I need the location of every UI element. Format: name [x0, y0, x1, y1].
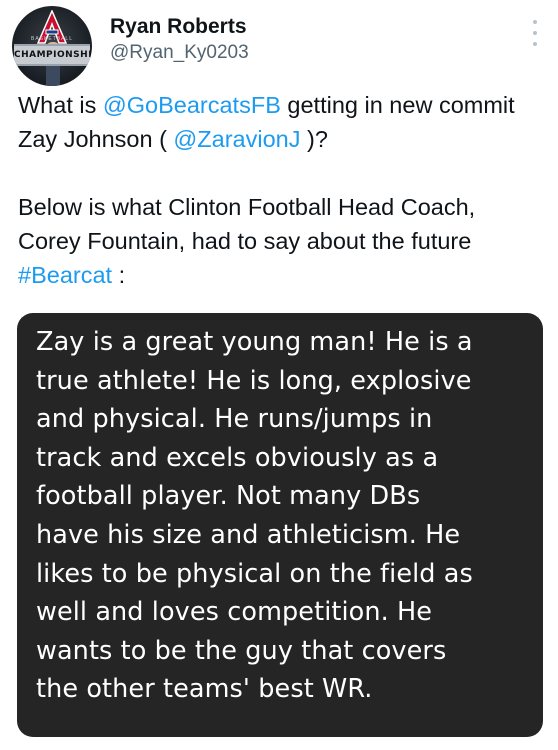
tweet-text: What is @GoBearcatsFB getting in new com…	[18, 88, 543, 292]
quote-line: likes to be physical on the field as	[36, 558, 473, 589]
user-handle[interactable]: @Ryan_Ky0203	[110, 40, 249, 66]
author-info[interactable]: Ryan Roberts @Ryan_Ky0203	[110, 14, 249, 66]
quote-text: Zay is a great young man! He is a true a…	[36, 323, 534, 709]
quote-line: wants to be the guy that covers	[36, 635, 447, 666]
quote-line: Zay is a great young man! He is a	[36, 327, 473, 357]
tweet-text-segment: What is	[18, 92, 103, 118]
avatar[interactable]: BASKETBALL CHAMPIONSHIPS	[12, 6, 92, 86]
quote-line: the other teams' best WR.	[36, 674, 373, 705]
more-vertical-icon[interactable]	[530, 20, 540, 46]
mention-link-player[interactable]: @ZaravionJ	[167, 126, 307, 152]
quote-line: football player. Not many DBs	[36, 481, 421, 512]
tweet-text-segment: :	[112, 262, 126, 288]
quote-line: and physical. He runs/jumps in	[36, 404, 433, 435]
more-dot	[533, 42, 537, 46]
quote-line: well and loves competition. He	[36, 597, 433, 628]
quote-line: track and excels obviously as a	[36, 442, 439, 473]
display-name[interactable]: Ryan Roberts	[110, 14, 249, 40]
tweet-text-segment: Below is what Clinton Football Head Coac…	[18, 194, 476, 254]
avatar-banner-text: CHAMPIONSHIPS	[14, 44, 92, 66]
tweet-paragraph-1: What is @GoBearcatsFB getting in new com…	[18, 88, 543, 156]
more-dot	[533, 20, 537, 24]
tweet-paragraph-2: Below is what Clinton Football Head Coac…	[18, 190, 543, 292]
more-dot	[533, 31, 537, 35]
hashtag-link[interactable]: #Bearcat	[18, 262, 112, 288]
media-image[interactable]: Zay is a great young man! He is a true a…	[17, 313, 543, 737]
mention-link-team[interactable]: @GoBearcatsFB	[103, 92, 281, 118]
quote-line: have his size and athleticism. He	[36, 519, 461, 550]
tweet-text-segment: )?	[307, 126, 328, 152]
quote-line: true athlete! He is long, explosive	[36, 365, 472, 396]
tweet: BASKETBALL CHAMPIONSHIPS Ryan Roberts @R…	[0, 0, 558, 750]
